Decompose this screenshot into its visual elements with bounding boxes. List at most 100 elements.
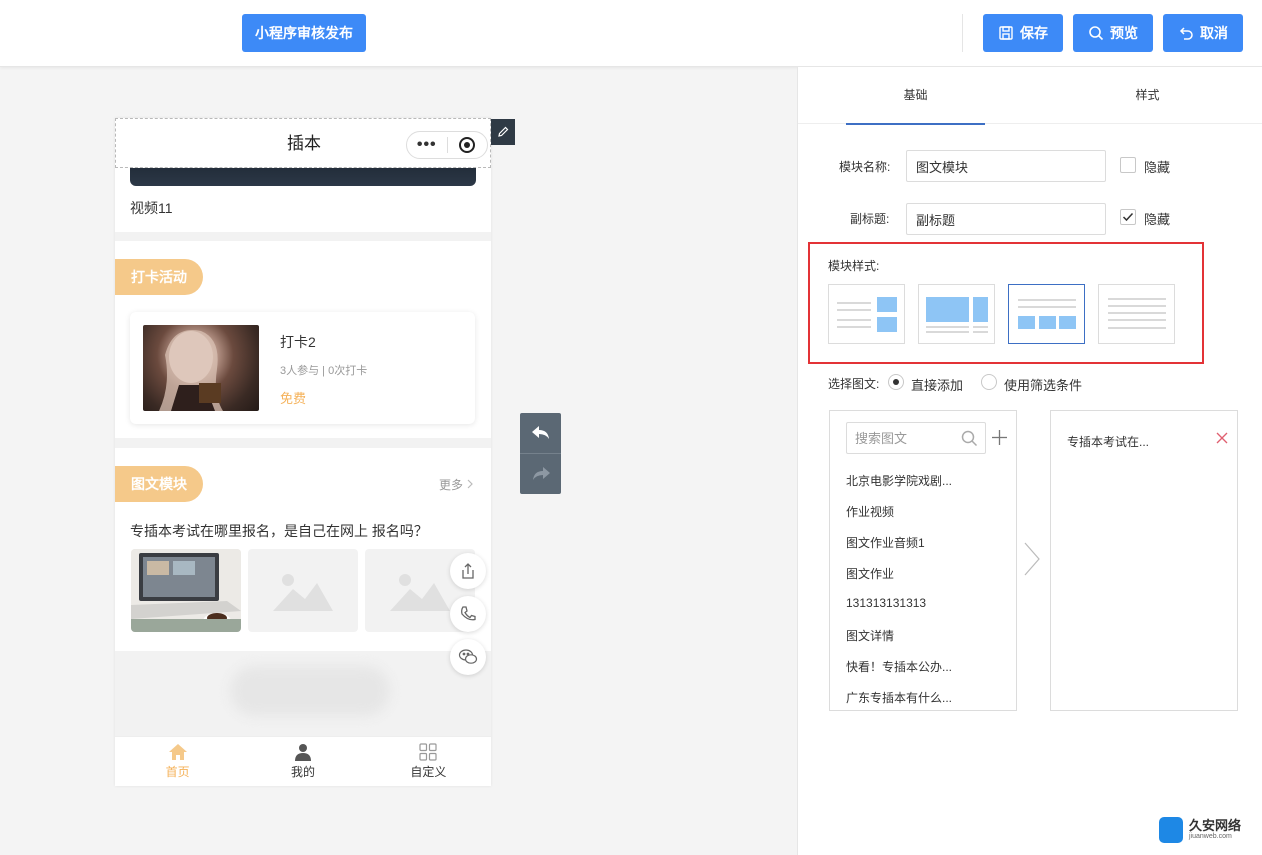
preview-button[interactable]: 预览 — [1073, 14, 1153, 52]
module-style-label: 模块样式: — [828, 259, 880, 273]
article-source-list: 北京电影学院戏剧... 作业视频 图文作业音频1 图文作业 1313131313… — [829, 410, 1017, 711]
checkin-image — [143, 325, 259, 411]
cancel-button[interactable]: 取消 — [1163, 14, 1243, 52]
undo-arrow-icon — [531, 426, 549, 439]
cancel-button-label: 取消 — [1200, 25, 1228, 41]
share-button[interactable] — [450, 553, 486, 589]
watermark-name: 久安网络 — [1189, 818, 1242, 833]
tabbar-item-home[interactable]: 首页 — [115, 737, 240, 786]
list-item[interactable]: 图文详情 — [846, 627, 894, 644]
save-button[interactable]: 保存 — [983, 14, 1063, 52]
watermark-logo-icon — [1159, 817, 1183, 843]
publish-button-label: 小程序审核发布 — [255, 25, 353, 41]
checkin-title: 打卡2 — [280, 334, 316, 350]
phone-tabbar: 首页 我的 自定义 — [115, 736, 491, 786]
portrait-illustration — [159, 330, 223, 411]
transfer-right-icon[interactable] — [1023, 541, 1041, 577]
selected-article-list: 专插本考试在... — [1050, 410, 1238, 711]
select-article-label: 选择图文: — [828, 377, 880, 391]
image-placeholder-icon — [273, 573, 333, 611]
grid-icon — [419, 743, 437, 761]
redo-button[interactable] — [520, 454, 561, 494]
more-dots-icon[interactable]: ••• — [407, 132, 447, 158]
wechat-button[interactable] — [450, 639, 486, 675]
save-icon — [999, 26, 1013, 40]
home-icon — [168, 744, 187, 760]
module-name-label: 模块名称: — [839, 160, 891, 174]
style-option-text-only[interactable] — [1098, 284, 1175, 344]
tabbar-label: 自定义 — [410, 765, 447, 779]
close-icon[interactable] — [1216, 432, 1228, 444]
redo-arrow-icon — [532, 467, 550, 480]
list-item[interactable]: 图文作业音频1 — [846, 534, 925, 551]
article-thumbnail-laptop — [131, 549, 241, 632]
undo-icon — [1179, 27, 1193, 40]
publish-button[interactable]: 小程序审核发布 — [242, 14, 366, 52]
tabbar-label: 首页 — [165, 765, 190, 779]
checkin-stats: 3人参与 | 0次打卡 — [280, 365, 368, 377]
subtitle-label: 副标题: — [850, 212, 890, 226]
checkin-section[interactable]: 打卡活动 打卡2 3人参与 | 0次打卡 免费 — [115, 241, 491, 438]
chevron-right-icon — [467, 479, 474, 489]
phone-icon — [461, 606, 476, 621]
edit-header-button[interactable] — [491, 119, 515, 145]
module-name-input[interactable] — [906, 150, 1106, 182]
subtitle-hide-label: 隐藏 — [1144, 212, 1171, 227]
list-item[interactable]: 作业视频 — [846, 503, 894, 520]
checkin-section-title: 打卡活动 — [115, 259, 203, 295]
watermark-domain: jiuanweb.com — [1189, 833, 1232, 840]
video-name: 视频11 — [130, 200, 173, 216]
module-name-hide-checkbox[interactable] — [1120, 157, 1136, 173]
list-item[interactable]: 快看！专插本公办... — [846, 658, 952, 675]
subtitle-input[interactable] — [906, 203, 1106, 235]
toolbar-divider — [962, 14, 963, 52]
tabbar-label: 我的 — [290, 765, 315, 779]
pencil-icon — [498, 126, 509, 137]
share-icon — [462, 563, 474, 579]
subtitle-hide-checkbox[interactable] — [1120, 209, 1136, 225]
preview-button-label: 预览 — [1110, 25, 1138, 41]
direct-add-radio[interactable] — [888, 374, 904, 390]
list-item[interactable]: 131313131313 — [846, 596, 926, 610]
article-section[interactable]: 图文模块 更多 专插本考试在哪里报名，是自己在网上 报名吗？ — [115, 448, 491, 651]
list-item[interactable]: 北京电影学院戏剧... — [846, 472, 952, 489]
wechat-icon — [458, 649, 478, 664]
laptop-photo — [131, 549, 241, 632]
article-title: 专插本考试在哪里报名，是自己在网上 报名吗？ — [130, 523, 428, 539]
blurred-content — [230, 666, 390, 716]
more-link-label: 更多 — [439, 478, 464, 492]
checkin-card[interactable]: 打卡2 3人参与 | 0次打卡 免费 — [130, 312, 475, 424]
tabbar-item-mine[interactable]: 我的 — [240, 737, 365, 786]
article-section-title: 图文模块 — [115, 466, 203, 502]
top-toolbar: 小程序审核发布 保存 预览 取消 — [0, 0, 1262, 67]
user-icon — [294, 744, 311, 761]
panel-tabs: 基础 样式 — [798, 67, 1262, 125]
style-option-large-image[interactable] — [918, 284, 995, 344]
selected-item: 专插本考试在... — [1067, 435, 1150, 449]
filter-condition-radio[interactable] — [981, 374, 997, 390]
search-icon[interactable] — [961, 430, 978, 447]
article-thumbnail-placeholder — [248, 549, 358, 632]
list-item[interactable]: 图文作业 — [846, 565, 894, 582]
more-link[interactable]: 更多 — [439, 476, 474, 493]
filter-condition-label: 使用筛选条件 — [1004, 378, 1083, 393]
module-name-hide-label: 隐藏 — [1144, 160, 1171, 175]
settings-panel: 基础 样式 模块名称: 隐藏 副标题: 隐藏 模块样式: — [797, 67, 1262, 855]
list-item[interactable]: 广东专插本有什么... — [846, 689, 952, 706]
checkmark-icon — [1122, 212, 1134, 222]
tabbar-item-custom[interactable]: 自定义 — [366, 737, 491, 786]
style-option-list-right-image[interactable] — [828, 284, 905, 344]
tab-basic[interactable]: 基础 — [846, 67, 985, 125]
add-icon[interactable] — [992, 430, 1007, 445]
direct-add-label: 直接添加 — [911, 378, 964, 393]
undo-button[interactable] — [520, 413, 561, 453]
close-target-icon[interactable] — [447, 136, 487, 154]
phone-call-button[interactable] — [450, 596, 486, 632]
tab-style[interactable]: 样式 — [1078, 67, 1217, 123]
mini-program-capsule[interactable]: ••• — [406, 131, 488, 159]
phone-header[interactable]: 插本 ••• — [115, 118, 491, 168]
style-option-three-images[interactable] — [1008, 284, 1085, 344]
phone-preview: 视频11 打卡活动 打卡2 3人参与 | 0次打卡 免费 图文模块 更多 专插本… — [115, 118, 491, 786]
checkin-price: 免费 — [280, 391, 307, 406]
history-controls — [520, 413, 561, 494]
